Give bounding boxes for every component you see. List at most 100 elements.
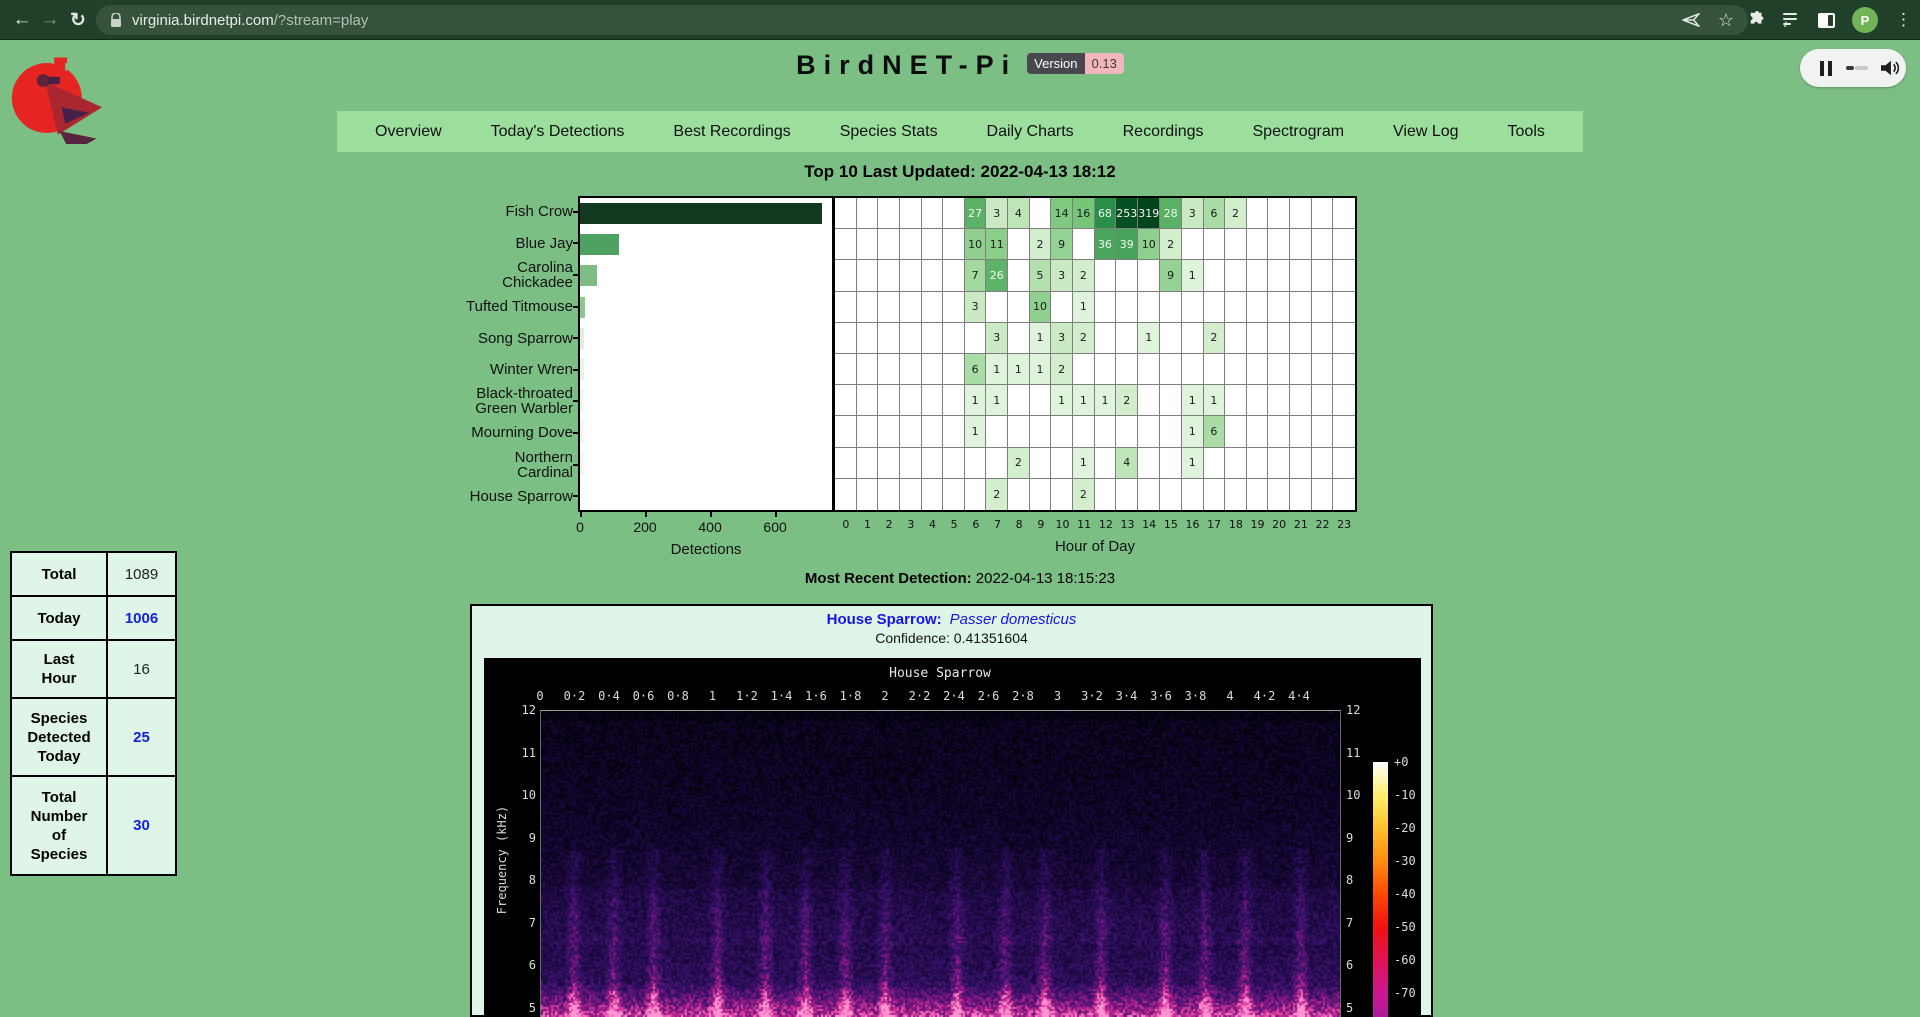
heatmap-cell: 5 xyxy=(1030,260,1052,291)
heatmap-cell xyxy=(1160,354,1182,385)
heatmap-cell xyxy=(857,292,879,323)
freq-tick-label-left: 9 xyxy=(529,831,536,845)
pause-icon[interactable] xyxy=(1820,61,1833,76)
heatmap-cell xyxy=(878,354,900,385)
browser-toolbar: ← → ↻ virginia.birdnetpi.com/?stream=pla… xyxy=(0,0,1920,40)
audio-player[interactable] xyxy=(1800,49,1906,87)
nav-item-today-s-detections[interactable]: Today's Detections xyxy=(491,123,625,141)
heatmap-cell xyxy=(900,479,922,510)
heatmap-cell xyxy=(1051,448,1073,479)
heatmap-cell xyxy=(1138,416,1160,447)
heatmap-cell xyxy=(1247,198,1269,229)
heatmap-cell xyxy=(1268,198,1290,229)
extensions-puzzle-icon[interactable] xyxy=(1748,11,1766,29)
stat-value: 16 xyxy=(108,641,175,697)
heatmap-cell xyxy=(1333,416,1355,447)
nav-item-best-recordings[interactable]: Best Recordings xyxy=(673,123,790,141)
heatmap-cell xyxy=(835,448,857,479)
confidence-text: Confidence: 0.41351604 xyxy=(472,630,1431,646)
nav-item-tools[interactable]: Tools xyxy=(1508,123,1545,141)
species-latin[interactable]: Passer domesticus xyxy=(950,611,1077,628)
nav-item-species-stats[interactable]: Species Stats xyxy=(840,123,938,141)
heatmap-cell xyxy=(1008,292,1030,323)
freq-tick-label-right: 7 xyxy=(1346,916,1353,930)
heatmap-cell xyxy=(1290,323,1312,354)
species-label-mourning-dove: Mourning Dove xyxy=(465,417,573,449)
species-common-link[interactable]: House Sparrow: xyxy=(827,611,942,628)
heatmap-cell: 9 xyxy=(1160,260,1182,291)
heatmap-cell xyxy=(1182,479,1204,510)
heatmap-cell xyxy=(922,354,944,385)
forward-arrow-icon[interactable]: → xyxy=(36,6,64,34)
freq-tick-label-right: 12 xyxy=(1346,703,1360,717)
heatmap-cell xyxy=(1247,229,1269,260)
db-tick-label: -50 xyxy=(1394,920,1416,934)
stat-value[interactable]: 30 xyxy=(108,777,175,874)
most-recent-label: Most Recent Detection: xyxy=(805,570,972,587)
heatmap-cell xyxy=(943,229,965,260)
heatmap-cell xyxy=(1290,416,1312,447)
heatmap-cell xyxy=(1268,229,1290,260)
heatmap-cell xyxy=(1268,479,1290,510)
profile-avatar[interactable]: P xyxy=(1852,7,1878,33)
heatmap-cell xyxy=(1204,229,1226,260)
heatmap-cell xyxy=(1182,292,1204,323)
heatmap-cell xyxy=(1073,229,1095,260)
heatmap-cell xyxy=(1312,292,1334,323)
heatmap-cell xyxy=(1225,385,1247,416)
stat-value[interactable]: 25 xyxy=(108,699,175,775)
heatmap-cell: 2 xyxy=(1073,479,1095,510)
hour-label: 17 xyxy=(1207,518,1221,531)
heatmap-cell xyxy=(1225,416,1247,447)
send-icon[interactable] xyxy=(1682,12,1700,28)
freq-tick-label-right: 8 xyxy=(1346,873,1353,887)
db-tick-label: -40 xyxy=(1394,887,1416,901)
species-label-winter-wren: Winter Wren xyxy=(465,354,573,386)
heatmap-cell xyxy=(1160,292,1182,323)
heatmap-cell xyxy=(1204,479,1226,510)
heatmap-cell: 1 xyxy=(986,385,1008,416)
url-bar[interactable]: virginia.birdnetpi.com/?stream=play ☆ xyxy=(96,5,1748,35)
reload-icon[interactable]: ↻ xyxy=(64,6,92,34)
heatmap-cell xyxy=(1312,385,1334,416)
time-tick-label: 3·2 xyxy=(1081,689,1103,703)
species-label-house-sparrow: House Sparrow xyxy=(465,480,573,512)
bookmark-star-icon[interactable]: ☆ xyxy=(1718,10,1734,31)
freq-tick-label-right: 6 xyxy=(1346,958,1353,972)
audio-progress-slider[interactable] xyxy=(1846,66,1868,70)
nav-item-spectrogram[interactable]: Spectrogram xyxy=(1253,123,1345,141)
bar-mourning-dove xyxy=(580,421,583,442)
hour-label: 15 xyxy=(1164,518,1178,531)
heatmap-cell xyxy=(857,416,879,447)
bar-tufted-titmouse xyxy=(580,297,585,318)
media-controls-icon[interactable]: ♪ xyxy=(1783,13,1801,27)
heatmap-cell xyxy=(1182,229,1204,260)
heatmap-cell xyxy=(857,323,879,354)
x-tick xyxy=(645,512,647,517)
heatmap-cell xyxy=(922,260,944,291)
heatmap-cell xyxy=(943,292,965,323)
heatmap-cell xyxy=(835,416,857,447)
heatmap-cell xyxy=(943,479,965,510)
nav-item-overview[interactable]: Overview xyxy=(375,123,442,141)
side-panel-icon[interactable] xyxy=(1818,13,1835,28)
heatmap-cell xyxy=(1008,323,1030,354)
species-label-song-sparrow: Song Sparrow xyxy=(465,322,573,354)
nav-item-daily-charts[interactable]: Daily Charts xyxy=(987,123,1074,141)
nav-item-recordings[interactable]: Recordings xyxy=(1123,123,1204,141)
back-arrow-icon[interactable]: ← xyxy=(8,6,36,34)
kebab-menu-icon[interactable]: ⋮ xyxy=(1895,10,1912,30)
stat-label: Last Hour xyxy=(12,641,108,697)
nav-item-view-log[interactable]: View Log xyxy=(1393,123,1459,141)
heatmap-cell xyxy=(986,292,1008,323)
heatmap-cell xyxy=(943,323,965,354)
heatmap-cell xyxy=(1030,198,1052,229)
time-tick-label: 0·2 xyxy=(564,689,586,703)
freq-tick-label-right: 9 xyxy=(1346,831,1353,845)
stat-value[interactable]: 1006 xyxy=(108,597,175,639)
species-label-blue-jay: Blue Jay xyxy=(465,228,573,260)
volume-icon[interactable] xyxy=(1880,59,1900,77)
heatmap-cell xyxy=(922,229,944,260)
heatmap-cell xyxy=(1138,292,1160,323)
heatmap-cell xyxy=(1290,260,1312,291)
